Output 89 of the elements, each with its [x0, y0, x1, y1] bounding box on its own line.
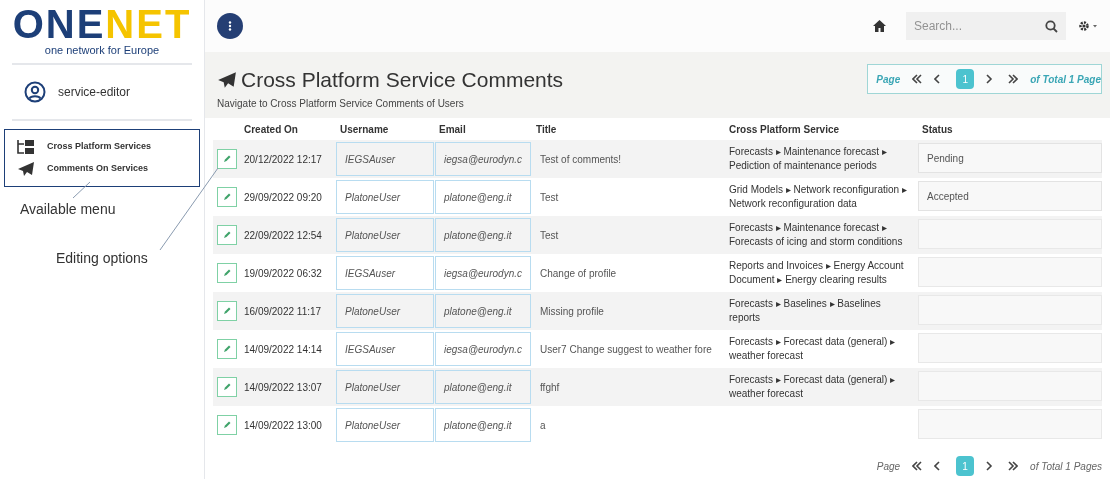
column-header: Status [921, 122, 954, 137]
logo-tagline: one network for Europe [44, 43, 160, 58]
table-cell: iegsa@eurodyn.c [435, 142, 531, 176]
table-cell: platone@eng.it [435, 408, 531, 442]
last-page-icon[interactable] [1008, 461, 1019, 471]
menu-item[interactable]: Cross Platform Services [17, 138, 187, 155]
table-cell-text: Forecasts ▸ Baselines ▸ Baselines reports [728, 297, 882, 325]
table-cell-text: Missing profile [539, 304, 605, 319]
column-header: Username [339, 122, 390, 137]
table-cell-text: User7 Change suggest to weather fore [539, 342, 713, 357]
page-total: of Total 1 Pages [1030, 459, 1102, 474]
table-cell-text: Grid Models ▸ Network reconfiguration ▸ Network reconfiguration data [728, 183, 908, 211]
table-cell-text: a [539, 418, 547, 433]
table-cell: IEGSAuser [336, 332, 434, 366]
table-cell: PlatoneUser [336, 218, 434, 252]
table-cell-text: Reports and Invoices ▸ Energy Account Document ▸ Energy clearing results [728, 259, 905, 287]
table-cell: platone@eng.it [435, 218, 531, 252]
table-cell-text: Forecasts ▸ Forecast data (general) ▸ weather forecast [728, 373, 897, 401]
edit-button[interactable] [217, 187, 237, 207]
table-cell-text: Forecasts ▸ Maintenance forecast ▸ Pediction of maintenance periods [728, 145, 888, 173]
table-cell: PlatoneUser [336, 294, 434, 328]
edit-button[interactable] [217, 339, 237, 359]
edit-button[interactable] [217, 377, 237, 397]
table-cell-text: Change of profile [539, 266, 618, 281]
logo-text: ONENET [12, 4, 192, 44]
table-cell: iegsa@eurodyn.c [435, 332, 531, 366]
status-cell: Pending [918, 143, 1102, 173]
first-page-icon[interactable] [912, 461, 923, 471]
annotation-text: Editing options [56, 248, 149, 268]
paper-plane-icon [217, 70, 237, 89]
table-cell: platone@eng.it [435, 370, 531, 404]
edit-button[interactable] [217, 149, 237, 169]
table-cell: PlatoneUser [336, 370, 434, 404]
pencil-icon [223, 155, 231, 163]
annotation-text: Available menu [20, 199, 117, 219]
pencil-icon [223, 231, 231, 239]
table-cell-text: Forecasts ▸ Forecast data (general) ▸ weather forecast [728, 335, 897, 363]
page-label: Page [876, 72, 901, 87]
table-cell: PlatoneUser [336, 408, 434, 442]
user-name[interactable]: service-editor [58, 82, 131, 101]
table-cell-text: Test of comments! [539, 152, 623, 167]
table-cell-text: Test [539, 190, 560, 205]
table-cell-text: ffghf [539, 380, 561, 395]
page-subtitle: Navigate to Cross Platform Service Comments of Users [217, 96, 465, 111]
table-cell-text: 14/09/2022 13:00 [243, 418, 323, 433]
table-cell-text: 16/09/2022 11:17 [243, 304, 323, 319]
menu-item[interactable]: Comments On Services [17, 160, 187, 177]
table-cell: IEGSAuser [336, 256, 434, 290]
settings-icon[interactable] [1078, 20, 1098, 32]
column-header: Created On [243, 122, 299, 137]
table-cell-text: 29/09/2022 09:20 [243, 190, 323, 205]
table-cell-text: 14/09/2022 13:07 [243, 380, 323, 395]
edit-button[interactable] [217, 225, 237, 245]
column-header: Cross Platform Service [728, 122, 841, 137]
pencil-icon [223, 193, 231, 201]
table-cell: platone@eng.it [435, 294, 531, 328]
more-icon[interactable] [228, 21, 232, 31]
pencil-icon [223, 307, 231, 315]
pencil-icon [223, 421, 231, 429]
table-cell: PlatoneUser [336, 180, 434, 214]
pencil-icon [223, 269, 231, 277]
table-cell-text: 14/09/2022 14:14 [243, 342, 323, 357]
user-icon [24, 80, 46, 103]
edit-button[interactable] [217, 263, 237, 283]
pencil-icon [223, 383, 231, 391]
table-cell-text: 20/12/2022 12:17 [243, 152, 323, 167]
paper-plane-icon [17, 160, 35, 177]
pencil-icon [223, 345, 231, 353]
table-cell: iegsa@eurodyn.c [435, 256, 531, 290]
page-title: Cross Platform Service Comments [241, 67, 564, 93]
leader-line [72, 181, 91, 199]
table-cell-text: Forecasts ▸ Maintenance forecast ▸ Forecasts of icing and storm conditions [728, 221, 904, 249]
edit-button[interactable] [217, 301, 237, 321]
page-total: of Total 1 Page [1030, 72, 1101, 87]
folder-tree-icon [17, 138, 35, 155]
table-cell: platone@eng.it [435, 180, 531, 214]
page-label: Page [876, 459, 901, 474]
home-icon[interactable] [873, 20, 886, 32]
table-cell-text: Test [539, 228, 560, 243]
first-page-icon[interactable] [912, 74, 923, 84]
column-header: Email [438, 122, 467, 137]
table-cell-text: 19/09/2022 06:32 [243, 266, 323, 281]
table-cell: IEGSAuser [336, 142, 434, 176]
search-icon[interactable] [1045, 19, 1058, 33]
last-page-icon[interactable] [1008, 74, 1019, 84]
status-cell: Accepted [918, 181, 1102, 211]
column-header: Title [535, 122, 558, 137]
table-cell-text: 22/09/2022 12:54 [243, 228, 323, 243]
edit-button[interactable] [217, 415, 237, 435]
